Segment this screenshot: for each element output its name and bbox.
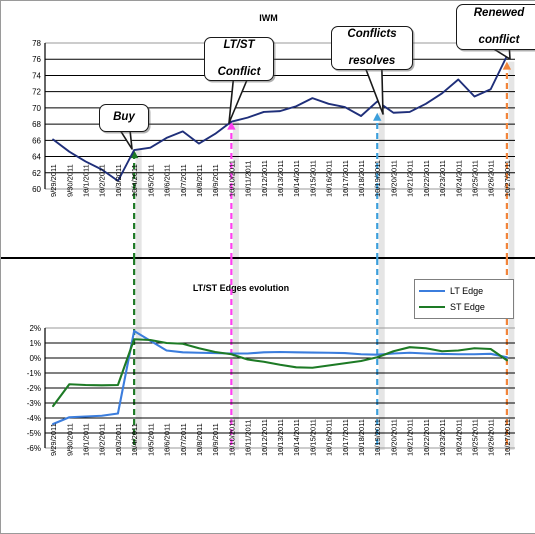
x-tick-label: 10/25/2011 — [470, 160, 479, 197]
x-tick-label: 10/14/2011 — [292, 419, 301, 456]
x-tick-label: 10/20/2011 — [389, 160, 398, 197]
x-tick-label: 10/11/2011 — [244, 420, 253, 456]
x-tick-label: 10/1/2011 — [82, 423, 91, 456]
x-tick-label: 10/20/2011 — [389, 419, 398, 456]
x-tick-label: 10/13/2011 — [276, 419, 285, 456]
figure-root: IWM 60 62 64 66 68 70 72 74 76 78 9/29/2011 9/30/20… — [0, 0, 535, 534]
x-tick-label: 10/1/2011 — [82, 164, 91, 197]
x-tick-label: 10/16/2011 — [325, 160, 334, 197]
x-tick-label: 10/15/2011 — [308, 160, 317, 197]
buy-marker-extension — [133, 259, 142, 450]
x-tick-label: 10/21/2011 — [406, 160, 415, 197]
x-tick-label: 10/25/2011 — [470, 419, 479, 456]
x-tick-label: 10/5/2011 — [146, 423, 155, 456]
y-tick-label: 66 — [32, 136, 41, 145]
x-tick-label: 10/23/2011 — [438, 419, 447, 456]
x-tick-label: 10/13/2011 — [276, 160, 285, 197]
x-tick-label: 10/19/2011 — [373, 160, 382, 197]
x-tick-label: 10/22/2011 — [422, 160, 431, 197]
y-tick-label: 60 — [32, 185, 41, 194]
y-tick-label: 62 — [32, 169, 41, 178]
bottom-chart-panel: LT/ST Edges evolution 2% 1% 0% -1% -2% -3% -4%… — [1, 259, 535, 533]
y-tick-label: -5% — [27, 429, 41, 438]
y-tick-label: 2% — [29, 324, 41, 333]
y-tick-label: 70 — [32, 104, 41, 113]
callout-tail-conflicts-resolves — [364, 67, 384, 115]
x-tick-label: 10/3/2011 — [114, 164, 123, 197]
callout-tail-buy — [119, 129, 133, 150]
x-tick-label: 10/3/2011 — [114, 423, 123, 456]
x-tick-label: 10/17/2011 — [341, 419, 350, 456]
x-tick-label: 10/2/2011 — [98, 164, 107, 197]
legend-label: ST Edge — [450, 302, 485, 312]
x-tick-label: 10/7/2011 — [179, 164, 188, 197]
y-tick-label: 1% — [29, 339, 41, 348]
x-tick-label: 10/26/2011 — [487, 419, 496, 456]
legend-label: LT Edge — [450, 286, 484, 296]
x-tick-label: 10/6/2011 — [163, 164, 172, 197]
x-tick-label: 10/9/2011 — [211, 423, 220, 456]
y-tick-label: 72 — [32, 88, 41, 97]
x-tick-label: 10/4/2011 — [130, 423, 139, 456]
x-tick-label: 10/12/2011 — [260, 160, 269, 197]
x-tick-label: 10/10/2011 — [227, 160, 236, 197]
y-tick-label: 78 — [32, 39, 41, 48]
y-tick-label: -2% — [27, 384, 41, 393]
y-tick-label: -3% — [27, 399, 41, 408]
x-tick-label: 10/23/2011 — [438, 160, 447, 197]
legend-swatch-icon — [419, 290, 445, 292]
x-tick-label: 10/8/2011 — [195, 164, 204, 197]
x-tick-label: 10/27/2011 — [503, 419, 512, 456]
callout-buy: Buy — [99, 104, 149, 132]
x-tick-label: 10/24/2011 — [454, 419, 463, 456]
x-tick-label: 10/7/2011 — [179, 423, 188, 456]
x-tick-label: 9/29/2011 — [49, 423, 58, 456]
x-tick-label: 10/8/2011 — [195, 423, 204, 456]
y-tick-label: -1% — [27, 369, 41, 378]
y-tick-label: 74 — [32, 71, 41, 80]
x-tick-label: 10/18/2011 — [357, 419, 366, 456]
y-tick-label: 68 — [32, 120, 41, 129]
x-tick-label: 9/30/2011 — [65, 164, 74, 197]
y-tick-label: 76 — [32, 55, 41, 64]
x-tick-label: 10/17/2011 — [341, 160, 350, 197]
legend-item-st-edge: ST Edge — [415, 299, 513, 315]
y-tick-label: 64 — [32, 153, 41, 162]
x-tick-label: 10/27/2011 — [503, 160, 512, 197]
x-tick-label: 10/19/2011 — [373, 419, 382, 456]
x-tick-label: 9/29/2011 — [49, 164, 58, 197]
chart-legend: LT Edge ST Edge — [414, 279, 514, 319]
callout-renewed-conflict: Renewed conflict — [456, 4, 535, 50]
x-tick-label: 10/4/2011 — [130, 164, 139, 197]
y-tick-label: -6% — [27, 444, 41, 453]
legend-swatch-icon — [419, 306, 445, 308]
x-tick-label: 10/5/2011 — [146, 164, 155, 197]
y-tick-label: -4% — [27, 414, 41, 423]
x-tick-label: 10/2/2011 — [98, 423, 107, 456]
x-tick-label: 10/15/2011 — [308, 419, 317, 456]
x-tick-label: 10/11/2011 — [244, 161, 253, 197]
x-tick-label: 10/16/2011 — [325, 419, 334, 456]
callout-lt-st-conflict: LT/ST Conflict — [204, 37, 274, 81]
x-tick-label: 10/12/2011 — [260, 419, 269, 456]
top-chart-panel: IWM 60 62 64 66 68 70 72 74 76 78 9/29/2011 9/30/20… — [1, 1, 535, 260]
x-tick-label: 10/9/2011 — [211, 164, 220, 197]
x-tick-label: 10/6/2011 — [163, 423, 172, 456]
x-tick-label: 10/18/2011 — [357, 160, 366, 197]
legend-item-lt-edge: LT Edge — [415, 283, 513, 299]
x-tick-label: 10/14/2011 — [292, 160, 301, 197]
y-tick-label: 0% — [29, 354, 41, 363]
x-tick-label: 10/10/2011 — [227, 419, 236, 456]
x-tick-label: 10/21/2011 — [406, 419, 415, 456]
callout-conflicts-resolves: Conflicts resolves — [331, 26, 413, 70]
x-tick-label: 10/26/2011 — [487, 160, 496, 197]
x-tick-label: 10/22/2011 — [422, 419, 431, 456]
x-tick-label: 10/24/2011 — [454, 160, 463, 197]
callout-tail-lt-st-conflict — [228, 78, 249, 124]
x-tick-label: 9/30/2011 — [65, 423, 74, 456]
